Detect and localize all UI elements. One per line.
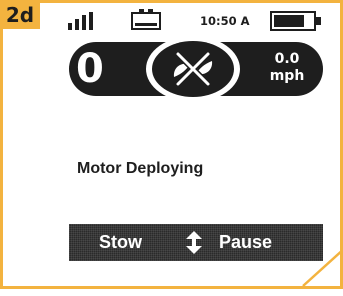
propeller-disabled-icon xyxy=(173,51,213,87)
stow-button[interactable]: Stow xyxy=(99,224,142,261)
status-message: Motor Deploying xyxy=(77,160,204,177)
action-bar: Stow Pause xyxy=(69,224,323,261)
clock-time: 10:50 A xyxy=(200,14,250,28)
up-down-arrow-icon xyxy=(186,231,202,254)
speed-unit: mph xyxy=(269,68,305,84)
battery-large-icon xyxy=(270,11,321,31)
status-bar: 10:50 A xyxy=(0,0,343,40)
speed-value: 0.0 xyxy=(274,51,300,67)
pause-button[interactable]: Pause xyxy=(219,224,272,261)
signal-bars-icon xyxy=(68,12,94,30)
battery-small-icon xyxy=(131,9,161,30)
left-value: 0 xyxy=(76,46,104,92)
